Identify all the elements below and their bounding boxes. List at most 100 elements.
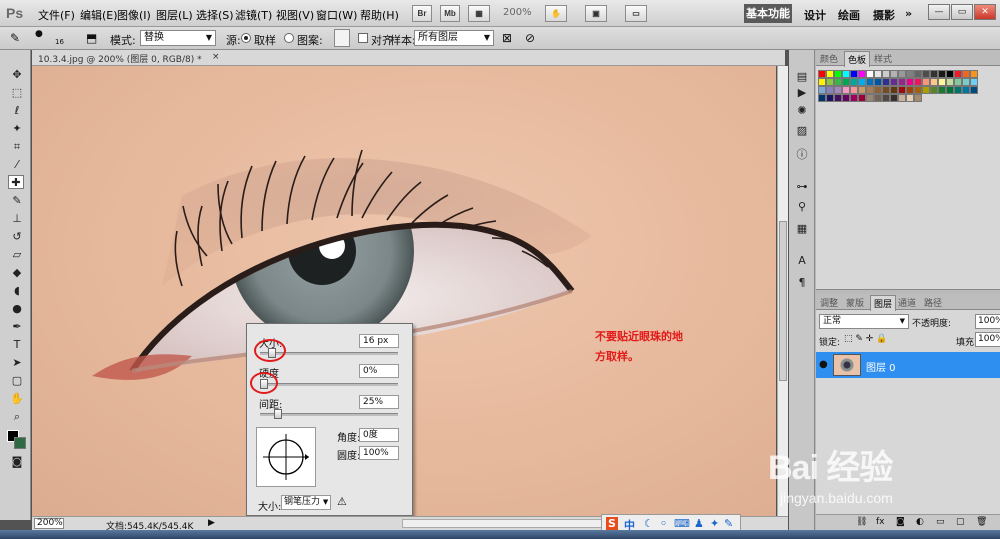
color-swatch[interactable] [954,86,962,94]
bridge-button[interactable]: Br [412,5,432,22]
minimize-button[interactable]: — [928,4,950,20]
ignore-adjustment-layers-icon[interactable]: ⊠ [502,31,512,45]
opacity-field[interactable]: 100% [975,314,1000,329]
color-swatch[interactable] [834,78,842,86]
layer-style-icon[interactable]: fx [876,517,885,527]
close-document-icon[interactable]: × [212,52,220,62]
color-swatch[interactable] [818,78,826,86]
color-swatch[interactable] [858,94,866,102]
color-swatch[interactable] [834,70,842,78]
color-swatch[interactable] [882,70,890,78]
color-swatch[interactable] [922,86,930,94]
sample-select[interactable]: 所有图层 ▼ [414,30,494,46]
color-swatch[interactable] [906,78,914,86]
history-brush-tool-icon[interactable]: ↺ [9,230,25,244]
hardness-slider-track[interactable] [260,383,398,386]
mini-bridge-button[interactable]: Mb [440,5,460,22]
blur-tool-icon[interactable]: ◖ [9,284,25,298]
color-swatch[interactable] [882,94,890,102]
color-swatch[interactable] [818,86,826,94]
layer-visibility-icon[interactable]: ● [819,359,828,370]
horizontal-scrollbar[interactable] [402,519,632,528]
new-group-icon[interactable]: ▭ [936,517,945,527]
status-zoom-field[interactable]: 200% [34,518,64,529]
delete-layer-icon[interactable]: 🗑 [976,517,987,527]
spacing-slider-handle[interactable] [273,409,282,419]
sogou-ime-icon[interactable]: S [606,517,618,530]
zoom-tool-icon[interactable]: ⌕ [9,410,25,424]
workspace-painting[interactable]: 绘画 [838,7,860,23]
size-mode-select[interactable]: 钢笔压力 ▼ [281,495,331,510]
history-panel-icon[interactable]: ▤ [796,70,808,83]
tab-swatches[interactable]: 色板 [844,51,871,67]
blend-mode-select[interactable]: 正常 ▼ [819,314,909,329]
color-swatch[interactable] [818,94,826,102]
close-button[interactable]: ✕ [974,4,996,20]
color-swatch[interactable] [826,94,834,102]
color-swatch[interactable] [866,78,874,86]
layer-row[interactable]: ● 图层 0 [816,352,1000,378]
color-swatch[interactable] [874,94,882,102]
menu-image[interactable]: 图像(I) [117,7,151,23]
shape-tool-icon[interactable]: ▢ [9,374,25,388]
color-swatch[interactable] [834,94,842,102]
color-swatch[interactable] [866,86,874,94]
lock-icons[interactable]: ⬚ ✎ ✛ 🔒 [844,334,887,344]
healing-brush-tool-icon[interactable]: ✚ [8,175,24,189]
hand-tool-button[interactable]: ✋ [545,5,567,22]
spacing-field[interactable]: 25% [359,395,399,409]
color-swatch[interactable] [850,86,858,94]
tools-icon[interactable]: ✎ [724,517,733,530]
color-swatch[interactable] [874,86,882,94]
menu-view[interactable]: 视图(V) [276,7,314,23]
color-swatch[interactable] [834,86,842,94]
menu-edit[interactable]: 编辑(E) [80,7,118,23]
menu-help[interactable]: 帮助(H) [360,7,399,23]
color-swatch[interactable] [842,94,850,102]
tab-styles[interactable]: 样式 [874,52,892,65]
tool-presets-panel-icon[interactable]: ▦ [796,222,808,235]
source-sampled-radio[interactable] [241,33,251,43]
restore-button[interactable]: ▭ [951,4,973,20]
eyedropper-tool-icon[interactable]: ⁄ [9,158,25,172]
color-swatch[interactable] [962,78,970,86]
color-swatch[interactable] [858,86,866,94]
color-swatch[interactable] [938,86,946,94]
tab-paths[interactable]: 路径 [924,296,942,309]
mode-select[interactable]: 替换 ▼ [140,30,216,46]
color-swatch[interactable] [930,78,938,86]
eraser-tool-icon[interactable]: ▱ [9,248,25,262]
color-swatch[interactable] [890,94,898,102]
color-swatch[interactable] [826,78,834,86]
swatch-grid[interactable] [818,70,1000,132]
new-adjustment-icon[interactable]: ◐ [916,517,924,527]
hardness-field[interactable]: 0% [359,364,399,378]
color-swatch[interactable] [970,70,978,78]
color-swatch[interactable] [874,70,882,78]
add-mask-icon[interactable]: ◙ [896,517,905,527]
link-layers-icon[interactable]: ⛓ [856,517,867,527]
tab-color[interactable]: 颜色 [820,52,838,65]
workspace-design[interactable]: 设计 [804,7,826,23]
document-tab[interactable]: 10.3.4.jpg @ 200% (图层 0, RGB/8) * × [32,50,785,66]
actions-panel-icon[interactable]: ▶ [796,86,808,99]
color-swatch[interactable] [842,86,850,94]
pattern-picker[interactable] [334,29,350,47]
new-layer-icon[interactable]: ▢ [956,517,965,527]
background-color-swatch[interactable] [14,437,26,449]
color-swatch[interactable] [858,78,866,86]
clone-source-panel-icon[interactable]: ⬒ [86,31,97,45]
color-swatch[interactable] [842,70,850,78]
color-swatch[interactable] [858,70,866,78]
menu-window[interactable]: 窗口(W) [316,7,357,23]
workspace-photography[interactable]: 摄影 [873,7,895,23]
tab-channels[interactable]: 通道 [898,296,916,309]
navigator-panel-icon[interactable]: ✺ [796,104,808,117]
color-swatch[interactable] [946,70,954,78]
color-swatch[interactable] [954,78,962,86]
color-swatch[interactable] [874,78,882,86]
menu-file[interactable]: 文件(F) [38,7,75,23]
color-swatch[interactable] [850,94,858,102]
menu-layer[interactable]: 图层(L) [156,7,193,23]
fill-field[interactable]: 100% [975,332,1000,347]
